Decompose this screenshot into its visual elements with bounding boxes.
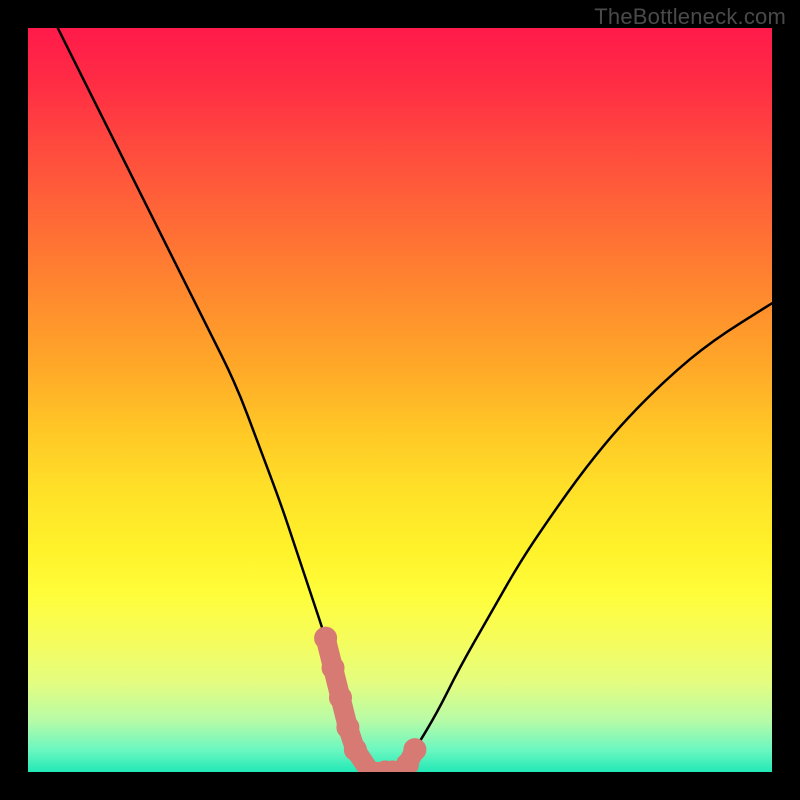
watermark-text: TheBottleneck.com [594, 4, 786, 30]
bottleneck-curve-svg [28, 28, 772, 772]
chart-plot-area [28, 28, 772, 772]
marker-dots-group [315, 627, 426, 772]
marker-dot [315, 627, 337, 649]
marker-dot [337, 716, 359, 738]
marker-dot [404, 739, 426, 761]
marker-dot [329, 687, 351, 709]
marker-dot [322, 657, 344, 679]
marker-dot [344, 739, 366, 761]
bottleneck-curve-path [58, 28, 772, 772]
